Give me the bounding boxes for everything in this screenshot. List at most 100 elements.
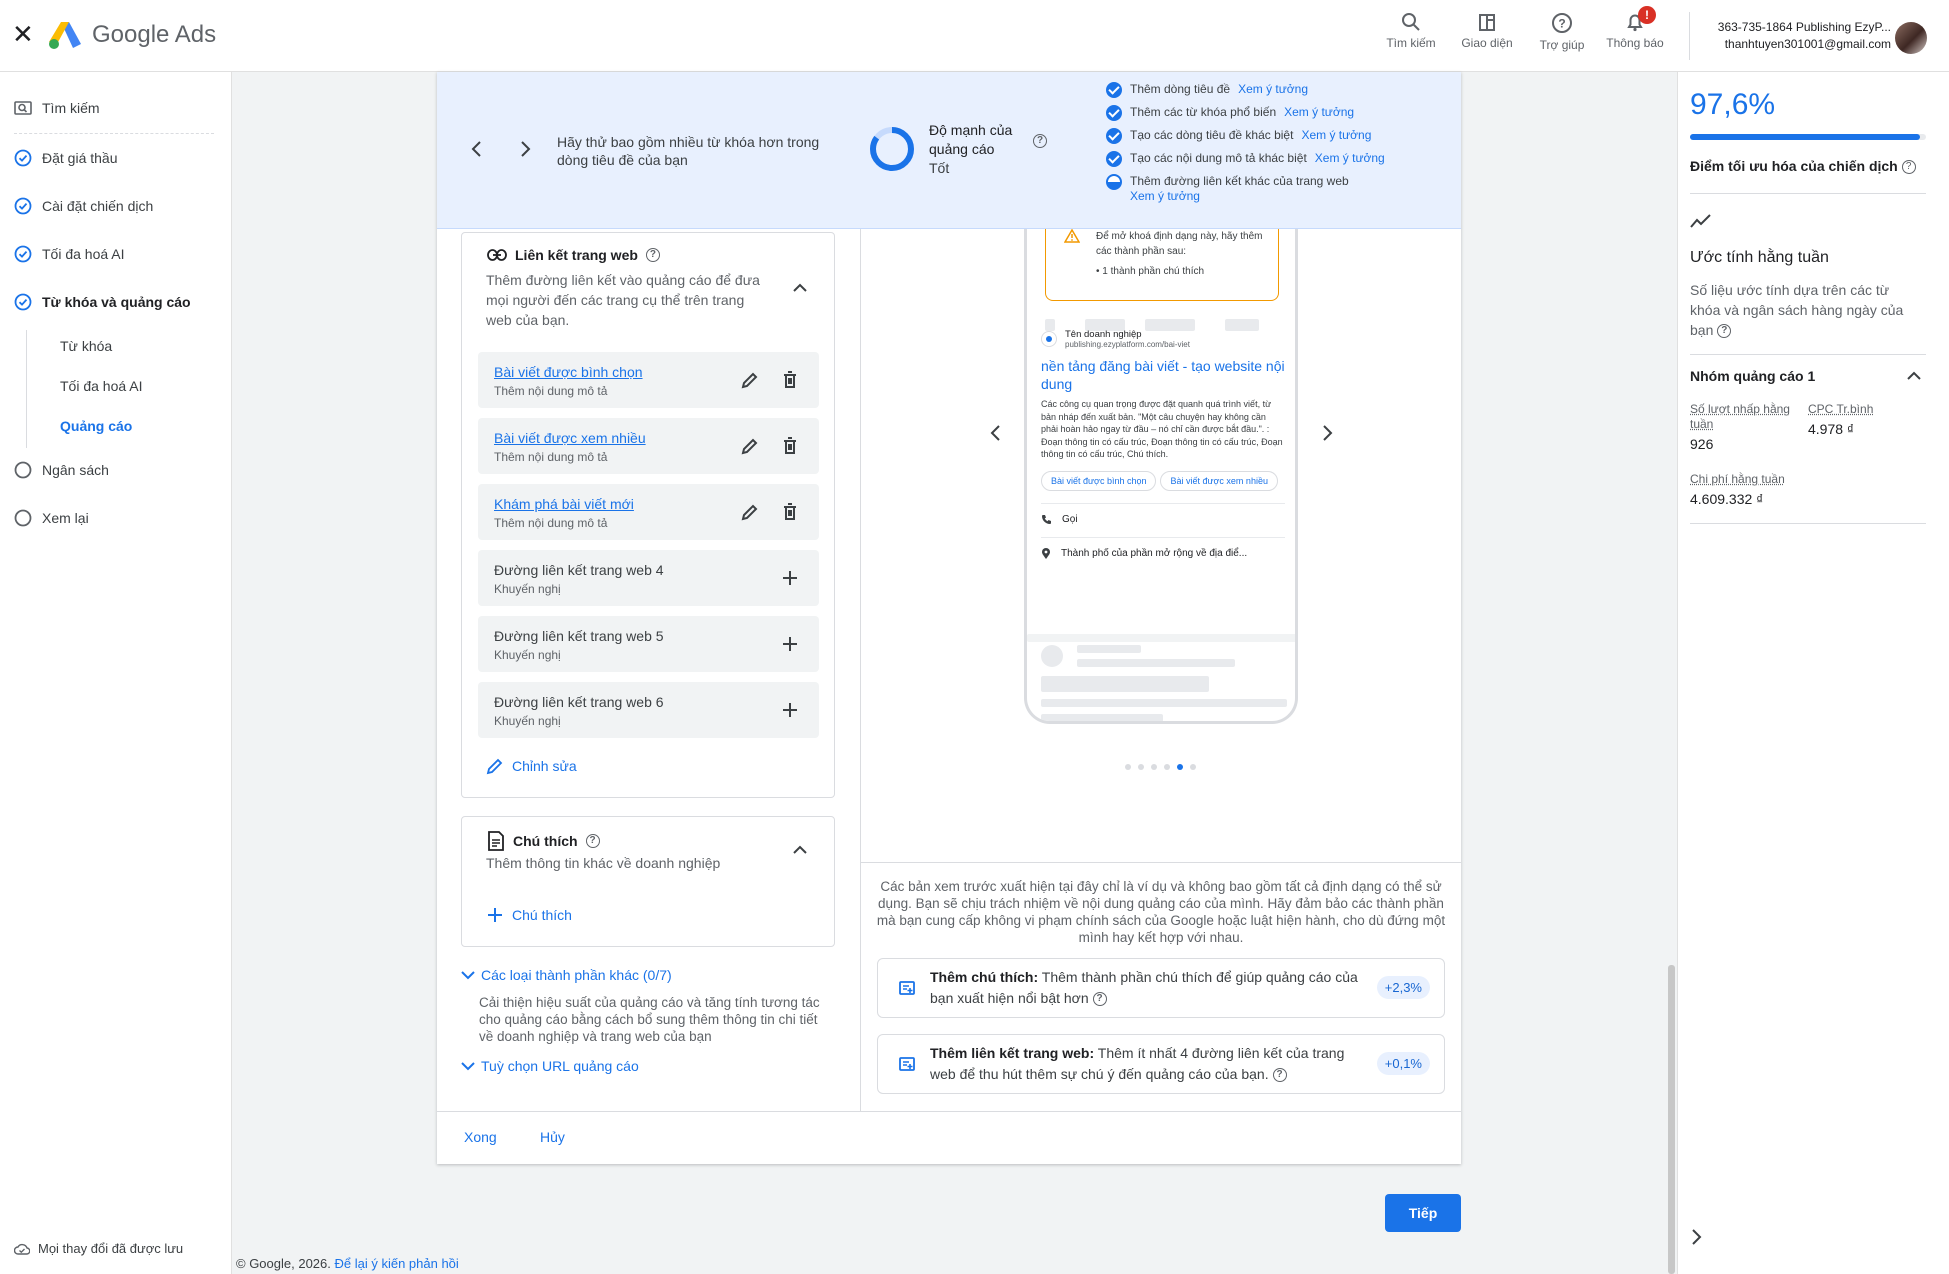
close-icon[interactable]: ✕ (12, 21, 36, 47)
sitelink-title[interactable]: Bài viết được xem nhiều (494, 430, 646, 446)
help-icon[interactable]: ? (1901, 160, 1916, 175)
edit-pencil-icon[interactable] (738, 368, 762, 392)
ad-location-row: Thành phố của phần mở rộng về địa điể... (1041, 536, 1285, 560)
carousel-dot[interactable] (1125, 764, 1131, 770)
metric-label[interactable]: CPC Tr.bình (1808, 402, 1918, 417)
feedback-link[interactable]: Để lại ý kiến phản hồi (335, 1256, 459, 1271)
callouts-title: Chú thích (513, 833, 578, 849)
done-button[interactable]: Xong (464, 1129, 497, 1145)
carousel-dot[interactable] (1190, 764, 1196, 770)
help-icon[interactable]: ? (645, 248, 660, 262)
sitelink-sub: Khuyến nghị (494, 582, 561, 596)
sitelink-chip[interactable]: Bài viết được xem nhiều (1160, 470, 1278, 491)
divider (1690, 523, 1926, 524)
check-circle-icon (14, 293, 32, 311)
nav-sub-ai-max[interactable]: Tối đa hoá AI (60, 378, 143, 394)
nav-item-bidding[interactable]: Đặt giá thầu (14, 146, 118, 170)
carousel-dot[interactable] (1151, 764, 1157, 770)
suggestion-card[interactable]: Thêm liên kết trang web: Thêm ít nhất 4 … (877, 1034, 1445, 1094)
nav-search[interactable]: Tìm kiếm (14, 96, 100, 120)
chevron-up-icon[interactable] (788, 838, 812, 862)
edit-pencil-icon[interactable] (738, 434, 762, 458)
help-label: Trợ giúp (1539, 38, 1585, 52)
nav-item-review[interactable]: Xem lại (14, 506, 89, 530)
chevron-down-icon (461, 971, 475, 980)
nav-search-label: Tìm kiếm (42, 100, 100, 116)
add-plus-icon[interactable] (778, 698, 802, 722)
empty-circle-icon (14, 509, 32, 527)
delete-trash-icon[interactable] (778, 368, 802, 392)
chevron-left-icon[interactable] (463, 135, 491, 163)
sitelink-title[interactable]: Bài viết được bình chọn (494, 364, 643, 380)
sitelink-row[interactable]: Đường liên kết trang web 4 Khuyến nghị (478, 550, 819, 606)
carousel-dot[interactable] (1164, 764, 1170, 770)
next-button[interactable]: Tiếp (1385, 1194, 1461, 1232)
carousel-dot[interactable] (1177, 764, 1183, 770)
chevron-right-icon[interactable] (1682, 1223, 1710, 1251)
top-search-button[interactable]: Tìm kiếm (1376, 10, 1446, 58)
partial-progress-icon (1106, 174, 1122, 190)
nav-item-budget[interactable]: Ngân sách (14, 458, 109, 482)
metric-label[interactable]: Chi phí hằng tuần (1690, 472, 1850, 487)
header-divider (1689, 12, 1690, 60)
nav-item-campaign-settings[interactable]: Cài đặt chiến dịch (14, 194, 153, 218)
sitelink-row[interactable]: Đường liên kết trang web 5 Khuyến nghị (478, 616, 819, 672)
delete-trash-icon[interactable] (778, 500, 802, 524)
view-ideas-link[interactable]: Xem ý tưởng (1284, 105, 1354, 119)
scrollbar[interactable] (1668, 965, 1675, 1274)
delete-trash-icon[interactable] (778, 434, 802, 458)
view-ideas-link[interactable]: Xem ý tưởng (1238, 82, 1308, 96)
url-options-toggle[interactable]: Tuỳ chọn URL quảng cáo (459, 1057, 639, 1075)
view-ideas-link[interactable]: Xem ý tưởng (1130, 189, 1200, 203)
check-circle-icon (14, 245, 32, 263)
help-icon[interactable]: ? (1092, 992, 1107, 1007)
add-plus-icon[interactable] (778, 632, 802, 656)
edit-pencil-icon[interactable] (738, 500, 762, 524)
notifications-button[interactable]: Thông báo ! (1600, 6, 1670, 58)
sitelinks-title: Liên kết trang web (515, 247, 638, 263)
help-icon[interactable]: ? (1272, 1068, 1287, 1083)
nav-item-keywords-ads[interactable]: Từ khóa và quảng cáo (14, 290, 191, 314)
chevron-up-icon[interactable] (788, 276, 812, 300)
add-plus-icon[interactable] (778, 566, 802, 590)
cancel-button[interactable]: Hủy (540, 1129, 565, 1145)
help-icon[interactable]: ? (1717, 324, 1732, 339)
strength-checklist: Thêm dòng tiêu đề Xem ý tưởng Thêm các từ… (1106, 82, 1456, 211)
add-asset-icon (899, 981, 915, 995)
chevron-right-icon[interactable] (1313, 419, 1341, 447)
account-info[interactable]: 363-735-1864 Publishing EzyP... thanhtuy… (1701, 19, 1891, 53)
add-callout-button[interactable]: Chú thích (486, 906, 572, 924)
chevron-left-icon[interactable] (982, 419, 1010, 447)
nav-item-ai-max[interactable]: Tối đa hoá AI (14, 242, 125, 266)
metric-label[interactable]: Số lượt nhấp hằng tuần (1690, 402, 1800, 432)
help-icon[interactable]: ? (1033, 134, 1047, 148)
placeholder-avatar (1041, 645, 1063, 667)
checklist-text: Thêm các từ khóa phổ biến (1130, 105, 1277, 119)
appearance-button[interactable]: Giao diện (1452, 10, 1522, 58)
metric-weekly-cost: Chi phí hằng tuần 4.609.332 ₫ (1690, 472, 1850, 507)
business-name: Tên doanh nghiệp (1065, 329, 1142, 340)
sitelink-chip[interactable]: Bài viết được bình chọn (1041, 470, 1157, 491)
nav-sub-ads[interactable]: Quảng cáo (60, 418, 132, 434)
chevron-up-icon[interactable] (1902, 364, 1926, 388)
carousel-dot[interactable] (1138, 764, 1144, 770)
other-assets-toggle[interactable]: Các loại thành phần khác (0/7) (459, 966, 672, 984)
url-options-label: Tuỳ chọn URL quảng cáo (481, 1058, 639, 1074)
view-ideas-link[interactable]: Xem ý tưởng (1301, 128, 1371, 142)
help-button[interactable]: ? Trợ giúp (1527, 10, 1597, 58)
sitelink-row[interactable]: Đường liên kết trang web 6 Khuyến nghị (478, 682, 819, 738)
ad-headline[interactable]: nền tảng đăng bài viết - tạo website nội… (1041, 357, 1285, 393)
ad-strength: Độ mạnh của quảng cáo Tốt (929, 121, 1049, 178)
nav-sub-keywords[interactable]: Từ khóa (60, 338, 112, 354)
sitelink-sub: Thêm nội dung mô tả (494, 516, 608, 530)
warning-item: • 1 thành phần chú thích (1096, 266, 1205, 277)
suggestion-card[interactable]: Thêm chú thích: Thêm thành phần chú thíc… (877, 958, 1445, 1018)
help-icon[interactable]: ? (585, 834, 600, 848)
carousel-dots[interactable] (1125, 757, 1203, 773)
chevron-right-icon[interactable] (511, 135, 539, 163)
sitelink-title[interactable]: Khám phá bài viết mới (494, 496, 634, 512)
view-ideas-link[interactable]: Xem ý tưởng (1315, 151, 1385, 165)
sitelinks-desc: Thêm đường liên kết vào quảng cáo để đưa… (486, 272, 760, 328)
avatar[interactable] (1895, 22, 1927, 54)
edit-sitelinks-button[interactable]: Chỉnh sửa (486, 757, 577, 775)
